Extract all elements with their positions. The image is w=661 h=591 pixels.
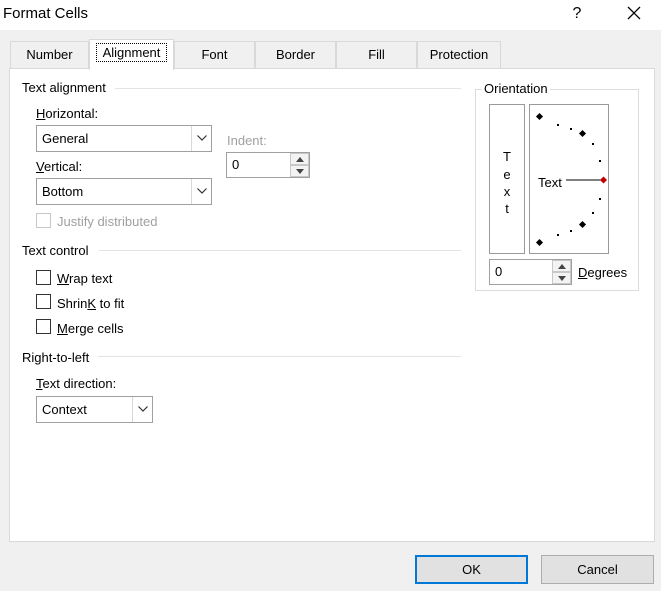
tab-label: Alignment <box>95 43 168 62</box>
indent-value: 0 <box>232 157 240 172</box>
shrink-to-fit-checkbox[interactable] <box>36 294 51 309</box>
close-button[interactable] <box>620 2 648 26</box>
tab-label: Protection <box>429 47 489 62</box>
horizontal-label: Horizontal: <box>36 106 99 121</box>
section-divider <box>98 356 461 357</box>
orientation-heading: Orientation <box>482 81 550 96</box>
justify-distributed-checkbox[interactable] <box>36 213 51 228</box>
vertical-value: Bottom <box>42 184 84 199</box>
dial-text-label: Text <box>538 175 562 190</box>
orientation-dial[interactable]: Text <box>529 104 609 254</box>
text-direction-value: Context <box>42 402 87 417</box>
dial-marker <box>599 176 608 184</box>
section-divider <box>115 88 461 89</box>
text-alignment-heading: Text alignment <box>22 80 106 95</box>
vertical-label: Vertical: <box>36 159 83 174</box>
tab-label: Border <box>275 47 316 62</box>
tab-fill[interactable]: Fill <box>336 41 417 68</box>
close-icon <box>627 6 641 20</box>
merge-cells-label: Merge cells <box>57 321 124 336</box>
cancel-button[interactable]: Cancel <box>541 555 654 584</box>
shrink-to-fit-label: ShrinK to fit <box>57 296 125 311</box>
tab-alignment[interactable]: Alignment <box>89 39 174 70</box>
indent-up-button[interactable] <box>290 153 309 165</box>
tab-font[interactable]: Font <box>174 41 255 68</box>
triangle-up-icon <box>557 264 566 269</box>
tab-label: Font <box>201 47 228 62</box>
text-direction-label: Text direction: <box>36 376 117 391</box>
vertical-text-toggle[interactable]: T e x t <box>489 104 525 254</box>
vertical-text-char: t <box>505 201 509 216</box>
tab-protection[interactable]: Protection <box>417 41 501 68</box>
chevron-down-icon <box>137 406 148 412</box>
text-control-heading: Text control <box>22 243 89 258</box>
tab-label: Number <box>26 47 73 62</box>
vertical-text-char: x <box>503 184 511 199</box>
triangle-up-icon <box>295 157 304 162</box>
degrees-spinner[interactable]: 0 <box>489 259 572 285</box>
indent-down-button[interactable] <box>290 165 309 177</box>
degrees-down-button[interactable] <box>552 272 571 284</box>
indent-spinner[interactable]: 0 <box>226 152 310 178</box>
title-bar <box>0 0 661 30</box>
help-button[interactable]: ? <box>566 3 588 25</box>
degrees-value: 0 <box>495 264 503 279</box>
vertical-text-char: e <box>503 167 511 182</box>
wrap-text-checkbox[interactable] <box>36 270 51 285</box>
dropdown-arrow[interactable] <box>132 397 152 422</box>
triangle-down-icon <box>295 169 304 174</box>
section-divider <box>99 250 461 251</box>
horizontal-dropdown[interactable]: General <box>36 125 212 152</box>
tab-label: Fill <box>368 47 385 62</box>
wrap-text-label: Wrap text <box>57 271 113 286</box>
dropdown-arrow[interactable] <box>191 179 211 204</box>
right-to-left-heading: Right-to-left <box>22 350 90 365</box>
chevron-down-icon <box>196 135 207 141</box>
tab-border[interactable]: Border <box>255 41 336 68</box>
tab-number[interactable]: Number <box>10 41 89 68</box>
chevron-down-icon <box>196 188 207 194</box>
vertical-text-char: T <box>503 149 511 164</box>
indent-label: Indent: <box>227 133 267 148</box>
justify-distributed-label: Justify distributed <box>57 214 158 229</box>
vertical-dropdown[interactable]: Bottom <box>36 178 212 205</box>
degrees-label: Degrees <box>578 265 628 280</box>
window-title: Format Cells <box>3 5 89 22</box>
merge-cells-checkbox[interactable] <box>36 319 51 334</box>
text-direction-dropdown[interactable]: Context <box>36 396 153 423</box>
dropdown-arrow[interactable] <box>191 126 211 151</box>
degrees-up-button[interactable] <box>552 260 571 272</box>
triangle-down-icon <box>557 276 566 281</box>
horizontal-value: General <box>42 131 89 146</box>
ok-button[interactable]: OK <box>415 555 528 584</box>
